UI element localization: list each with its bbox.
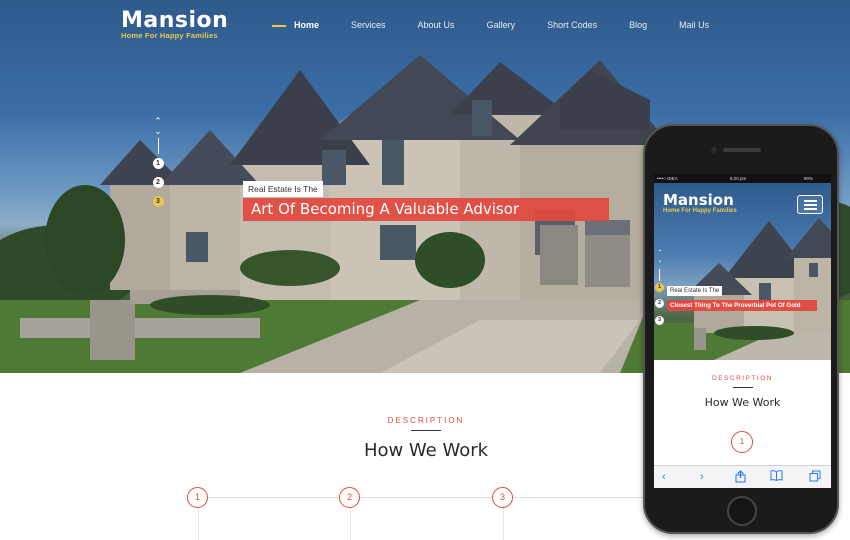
slider-pager: ⌃ ⌄ 1 2 3 xyxy=(150,116,166,215)
mobile-section-eyebrow: DESCRIPTION xyxy=(712,375,773,382)
nav-gallery[interactable]: Gallery xyxy=(487,20,516,30)
back-icon[interactable]: ‹ xyxy=(662,470,666,484)
slide-dot-3[interactable]: 3 xyxy=(152,196,164,207)
mobile-hero: Mansion Home For Happy Families ⌃ ⌄ 1 2 … xyxy=(654,183,831,360)
eyebrow-divider xyxy=(411,430,441,431)
step-marker-1: 1 xyxy=(187,487,208,508)
chevron-up-icon[interactable]: ⌃ xyxy=(657,250,662,256)
step-marker-3: 3 xyxy=(492,487,513,508)
home-button[interactable] xyxy=(727,496,757,526)
share-icon[interactable] xyxy=(735,470,746,487)
mobile-slide-dot-1[interactable]: 1 xyxy=(655,283,664,292)
site-logo[interactable]: Mansion Home For Happy Families xyxy=(121,8,228,40)
step-marker-2: 2 xyxy=(339,487,360,508)
camera-icon xyxy=(711,147,717,153)
slide-dot-1[interactable]: 1 xyxy=(152,158,164,169)
chevron-up-icon[interactable]: ⌃ xyxy=(150,116,166,126)
mobile-logo-title: Mansion xyxy=(663,191,734,209)
hero-caption-small: Real Estate Is The xyxy=(243,181,323,197)
chevron-down-icon[interactable]: ⌄ xyxy=(657,258,662,264)
mobile-slider-chevrons: ⌃ ⌄ xyxy=(656,249,664,265)
nav-home[interactable]: Home xyxy=(272,20,319,30)
nav-blog[interactable]: Blog xyxy=(629,20,647,30)
phone-mockup: ••••○ IDEA 8:20 pm 90% Mansion Home For … xyxy=(643,124,839,534)
pager-divider xyxy=(659,269,660,281)
status-time: 8:20 pm xyxy=(730,176,747,181)
pager-divider xyxy=(157,138,159,154)
step-stem xyxy=(503,508,504,540)
nav-about-us[interactable]: About Us xyxy=(418,20,455,30)
mobile-caption-small: Real Estate Is The xyxy=(667,286,723,296)
nav-mail-us[interactable]: Mail Us xyxy=(679,20,709,30)
browser-toolbar: ‹ › xyxy=(654,465,831,488)
logo-title: Mansion xyxy=(121,8,229,33)
status-battery: 90% xyxy=(804,176,814,181)
mobile-section-title: How We Work xyxy=(704,396,781,409)
mobile-step-marker-1: 1 xyxy=(731,431,753,453)
mobile-logo-tagline: Home For Happy Families xyxy=(663,208,737,214)
mobile-slide-dot-3[interactable]: 3 xyxy=(655,316,664,325)
status-bar: ••••○ IDEA 8:20 pm 90% xyxy=(654,174,831,183)
chevron-down-icon[interactable]: ⌄ xyxy=(150,126,166,136)
mobile-eyebrow-divider xyxy=(733,387,753,388)
nav-services[interactable]: Services xyxy=(351,20,386,30)
mobile-caption-big: Closest Thing To The Proverbial Pot Of G… xyxy=(667,300,817,311)
phone-screen: ••••○ IDEA 8:20 pm 90% Mansion Home For … xyxy=(654,174,831,488)
hamburger-menu-icon[interactable] xyxy=(797,195,823,214)
step-stem xyxy=(198,508,199,540)
mobile-slide-dot-2[interactable]: 2 xyxy=(655,299,664,308)
main-nav: Home Services About Us Gallery Short Cod… xyxy=(272,20,741,30)
speaker-grille xyxy=(723,148,761,152)
tabs-icon[interactable] xyxy=(809,470,821,486)
status-carrier: ••••○ IDEA xyxy=(657,176,678,181)
logo-tagline: Home For Happy Families xyxy=(121,31,218,40)
hero-caption-big: Art Of Becoming A Valuable Advisor xyxy=(243,198,609,221)
slide-dot-2[interactable]: 2 xyxy=(152,177,164,188)
mobile-logo[interactable]: Mansion Home For Happy Families xyxy=(663,191,737,214)
bookmarks-icon[interactable] xyxy=(770,470,783,485)
step-stem xyxy=(350,508,351,540)
forward-icon[interactable]: › xyxy=(700,470,704,484)
nav-short-codes[interactable]: Short Codes xyxy=(547,20,597,30)
steps-connector xyxy=(198,497,658,498)
